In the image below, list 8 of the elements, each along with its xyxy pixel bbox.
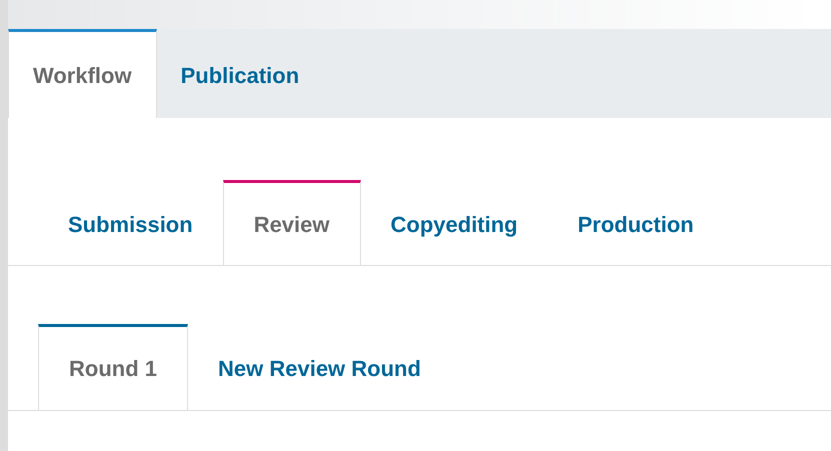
tab[interactable]: Workflow bbox=[8, 29, 157, 118]
tab[interactable]: Copyediting bbox=[360, 180, 548, 265]
tab[interactable]: New Review Round bbox=[188, 324, 451, 410]
tab[interactable]: Submission bbox=[38, 180, 223, 265]
tab[interactable]: Round 1 bbox=[38, 324, 188, 410]
tab[interactable]: Production bbox=[548, 180, 724, 265]
tab[interactable]: Review bbox=[222, 180, 361, 265]
tab[interactable]: Publication bbox=[156, 29, 324, 118]
